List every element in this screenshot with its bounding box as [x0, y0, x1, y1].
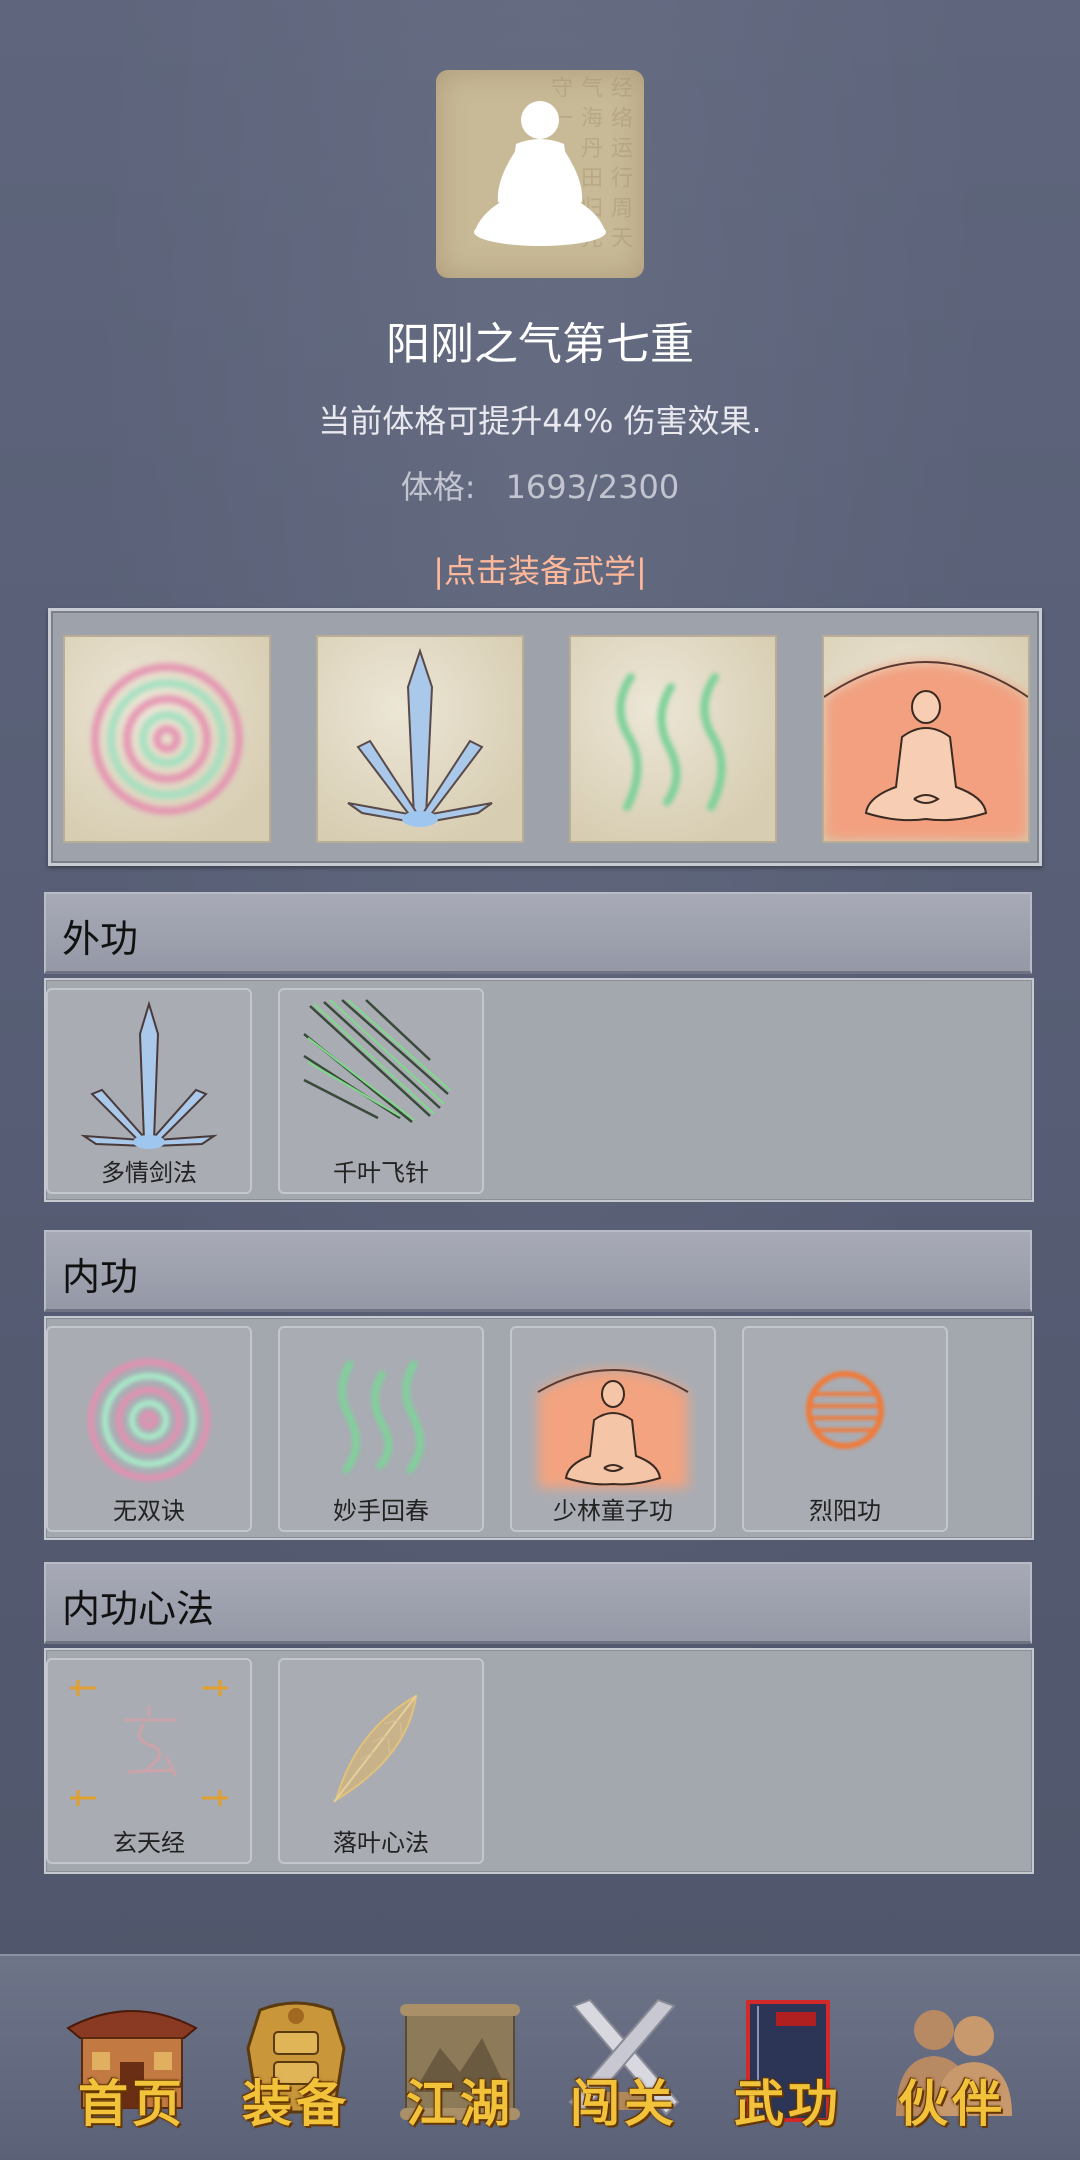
- section-neigong: 内功 无双诀 妙手回春 少林童子功 烈阳功: [44, 1230, 1034, 1544]
- nav-challenge[interactable]: 闯关: [554, 1992, 694, 2133]
- equipped-skills-bar: [48, 608, 1042, 866]
- nav-home[interactable]: 首页: [62, 1992, 202, 2133]
- wavy-lines-icon: [616, 673, 726, 811]
- stat-value: 1693/2300: [505, 468, 680, 506]
- section-header: 内功: [44, 1230, 1032, 1312]
- section-body: 无双诀 妙手回春 少林童子功 烈阳功: [44, 1316, 1034, 1540]
- nav-jianghu[interactable]: 江湖: [390, 1992, 530, 2133]
- nav-companions[interactable]: 伙伴: [882, 1992, 1022, 2133]
- nav-equipment[interactable]: 装备: [226, 1992, 366, 2133]
- spiral-icon: [91, 663, 243, 815]
- skill-miaoshou[interactable]: 妙手回春: [278, 1326, 484, 1532]
- skill-luoye[interactable]: 落叶心法: [278, 1658, 484, 1864]
- skill-duoqing-sword[interactable]: 多情剑法: [46, 988, 252, 1194]
- nav-label: 装备: [242, 2074, 350, 2133]
- meditating-figure-icon: [474, 101, 606, 246]
- equip-slot-4[interactable]: [822, 635, 1030, 843]
- equip-slot-2[interactable]: [316, 635, 524, 843]
- skill-label: 妙手回春: [333, 1497, 429, 1525]
- section-body: 玄天经 落叶心法: [44, 1648, 1034, 1874]
- meditating-monk-icon: [823, 661, 1029, 841]
- skill-lieyang[interactable]: 烈阳功: [742, 1326, 948, 1532]
- meditation-avatar: 经络运行周天气海丹田归元守一: [436, 70, 644, 278]
- skill-label: 落叶心法: [333, 1829, 429, 1857]
- section-header: 内功心法: [44, 1562, 1032, 1644]
- skill-description: 当前体格可提升44% 伤害效果.: [318, 402, 762, 440]
- nav-martial-arts[interactable]: 武功: [718, 1992, 858, 2133]
- skill-label: 千叶飞针: [333, 1159, 429, 1187]
- equip-slot-3[interactable]: [569, 635, 777, 843]
- skill-label: 烈阳功: [809, 1497, 881, 1525]
- equip-slot-1[interactable]: [63, 635, 271, 843]
- skill-label: 少林童子功: [553, 1497, 673, 1525]
- nav-label: 武功: [734, 2074, 842, 2133]
- skill-xuantian[interactable]: 玄天经: [46, 1658, 252, 1864]
- stat-label: 体格:: [400, 468, 476, 506]
- sword-fan-icon: [347, 647, 493, 827]
- skill-wushuang[interactable]: 无双诀: [46, 1326, 252, 1532]
- section-title: 外功: [62, 917, 139, 961]
- skill-label: 多情剑法: [101, 1159, 197, 1187]
- nav-label: 闯关: [570, 2074, 678, 2133]
- physique-stat: 体格: 1693/2300: [0, 462, 1080, 508]
- bottom-nav: 首页 装备 江湖 闯关 武功 伙伴: [0, 1954, 1080, 2160]
- section-xinfa: 内功心法 玄天经 落叶心法: [44, 1562, 1034, 1876]
- skill-qianye-needles[interactable]: 千叶飞针: [278, 988, 484, 1194]
- equip-skill-link[interactable]: |点击装备武学|: [0, 546, 1080, 592]
- section-title: 内功: [62, 1255, 139, 1299]
- section-body: 多情剑法 千叶飞针: [44, 978, 1034, 1202]
- skill-header: 经络运行周天气海丹田归元守一 阳刚之气第七重 当前体格可提升44% 伤害效果. …: [0, 0, 1080, 600]
- skill-title: 阳刚之气第七重: [386, 319, 694, 370]
- nav-label: 首页: [78, 2074, 186, 2133]
- nav-label: 江湖: [406, 2074, 514, 2133]
- nav-label: 伙伴: [898, 2074, 1006, 2133]
- skill-label: 玄天经: [113, 1829, 185, 1857]
- section-header: 外功: [44, 892, 1032, 974]
- skill-shaolin-tongzi[interactable]: 少林童子功: [510, 1326, 716, 1532]
- skill-label: 无双诀: [113, 1497, 185, 1525]
- section-title: 内功心法: [62, 1587, 215, 1631]
- section-waigong: 外功 多情剑法 千叶飞针: [44, 892, 1034, 1204]
